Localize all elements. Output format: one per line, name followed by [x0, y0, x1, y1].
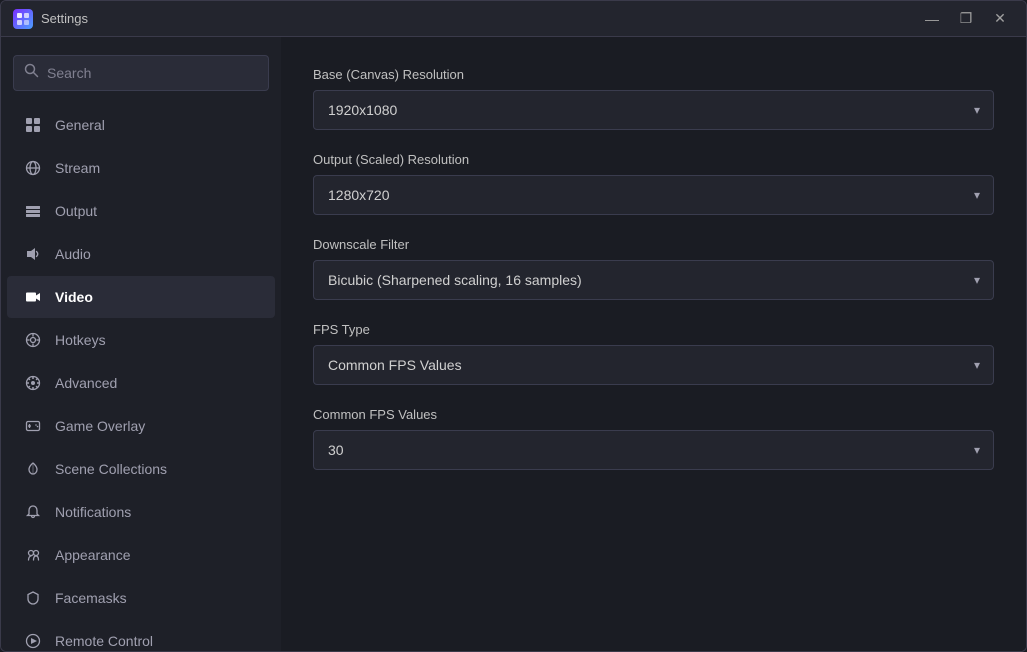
downscale-filter-select[interactable]: Bicubic (Sharpened scaling, 16 samples) …: [313, 260, 994, 300]
output-resolution-label: Output (Scaled) Resolution: [313, 152, 994, 167]
scene-collections-label: Scene Collections: [55, 461, 167, 477]
advanced-label: Advanced: [55, 375, 117, 391]
facemasks-label: Facemasks: [55, 590, 127, 606]
sidebar: Search General: [1, 37, 281, 651]
output-resolution-group: Output (Scaled) Resolution 1280x720 1920…: [313, 152, 994, 215]
appearance-label: Appearance: [55, 547, 131, 563]
video-icon: [23, 287, 43, 307]
sidebar-item-remote-control[interactable]: Remote Control: [7, 620, 275, 651]
game-overlay-icon: [23, 416, 43, 436]
scene-collections-icon: [23, 459, 43, 479]
appearance-icon: [23, 545, 43, 565]
stream-icon: [23, 158, 43, 178]
common-fps-label: Common FPS Values: [313, 407, 994, 422]
downscale-filter-group: Downscale Filter Bicubic (Sharpened scal…: [313, 237, 994, 300]
search-placeholder: Search: [47, 65, 91, 81]
remote-control-icon: [23, 631, 43, 651]
common-fps-group: Common FPS Values 24 25 29.97 30 48 59.9…: [313, 407, 994, 470]
remote-control-label: Remote Control: [55, 633, 153, 649]
sidebar-item-advanced[interactable]: Advanced: [7, 362, 275, 404]
advanced-icon: [23, 373, 43, 393]
sidebar-item-game-overlay[interactable]: Game Overlay: [7, 405, 275, 447]
downscale-filter-wrapper: Bicubic (Sharpened scaling, 16 samples) …: [313, 260, 994, 300]
sidebar-item-video[interactable]: Video: [7, 276, 275, 318]
base-resolution-label: Base (Canvas) Resolution: [313, 67, 994, 82]
minimize-button[interactable]: —: [918, 9, 946, 29]
sidebar-item-output[interactable]: Output: [7, 190, 275, 232]
base-resolution-group: Base (Canvas) Resolution 1920x1080 1280x…: [313, 67, 994, 130]
settings-window: Settings — ❐ ✕ Search: [0, 0, 1027, 652]
sidebar-item-appearance[interactable]: Appearance: [7, 534, 275, 576]
audio-icon: [23, 244, 43, 264]
hotkeys-icon: [23, 330, 43, 350]
window-controls: — ❐ ✕: [918, 9, 1014, 29]
audio-label: Audio: [55, 246, 91, 262]
notifications-icon: [23, 502, 43, 522]
hotkeys-label: Hotkeys: [55, 332, 106, 348]
game-overlay-label: Game Overlay: [55, 418, 145, 434]
output-resolution-select[interactable]: 1280x720 1920x1080 1366x768 854x480: [313, 175, 994, 215]
sidebar-item-scene-collections[interactable]: Scene Collections: [7, 448, 275, 490]
maximize-button[interactable]: ❐: [952, 9, 980, 29]
titlebar-left: Settings: [13, 9, 88, 29]
video-label: Video: [55, 289, 93, 305]
fps-type-select[interactable]: Common FPS Values Integer FPS Value Frac…: [313, 345, 994, 385]
common-fps-select[interactable]: 24 25 29.97 30 48 59.94 60: [313, 430, 994, 470]
sidebar-item-stream[interactable]: Stream: [7, 147, 275, 189]
notifications-label: Notifications: [55, 504, 131, 520]
sidebar-item-notifications[interactable]: Notifications: [7, 491, 275, 533]
window-title: Settings: [41, 11, 88, 26]
main-content: Base (Canvas) Resolution 1920x1080 1280x…: [281, 37, 1026, 651]
search-box[interactable]: Search: [13, 55, 269, 91]
output-resolution-wrapper: 1280x720 1920x1080 1366x768 854x480 ▾: [313, 175, 994, 215]
common-fps-wrapper: 24 25 29.97 30 48 59.94 60 ▾: [313, 430, 994, 470]
sidebar-item-facemasks[interactable]: Facemasks: [7, 577, 275, 619]
general-label: General: [55, 117, 105, 133]
titlebar: Settings — ❐ ✕: [1, 1, 1026, 37]
downscale-filter-label: Downscale Filter: [313, 237, 994, 252]
general-icon: [23, 115, 43, 135]
app-icon: [13, 9, 33, 29]
fps-type-wrapper: Common FPS Values Integer FPS Value Frac…: [313, 345, 994, 385]
base-resolution-select[interactable]: 1920x1080 1280x720 1366x768 2560x1440 38…: [313, 90, 994, 130]
output-icon: [23, 201, 43, 221]
content-area: Search General: [1, 37, 1026, 651]
sidebar-item-hotkeys[interactable]: Hotkeys: [7, 319, 275, 361]
facemasks-icon: [23, 588, 43, 608]
output-label: Output: [55, 203, 97, 219]
search-container: Search: [1, 49, 281, 103]
close-button[interactable]: ✕: [986, 9, 1014, 29]
fps-type-group: FPS Type Common FPS Values Integer FPS V…: [313, 322, 994, 385]
fps-type-label: FPS Type: [313, 322, 994, 337]
search-icon: [24, 63, 39, 83]
base-resolution-wrapper: 1920x1080 1280x720 1366x768 2560x1440 38…: [313, 90, 994, 130]
stream-label: Stream: [55, 160, 100, 176]
sidebar-item-audio[interactable]: Audio: [7, 233, 275, 275]
sidebar-item-general[interactable]: General: [7, 104, 275, 146]
